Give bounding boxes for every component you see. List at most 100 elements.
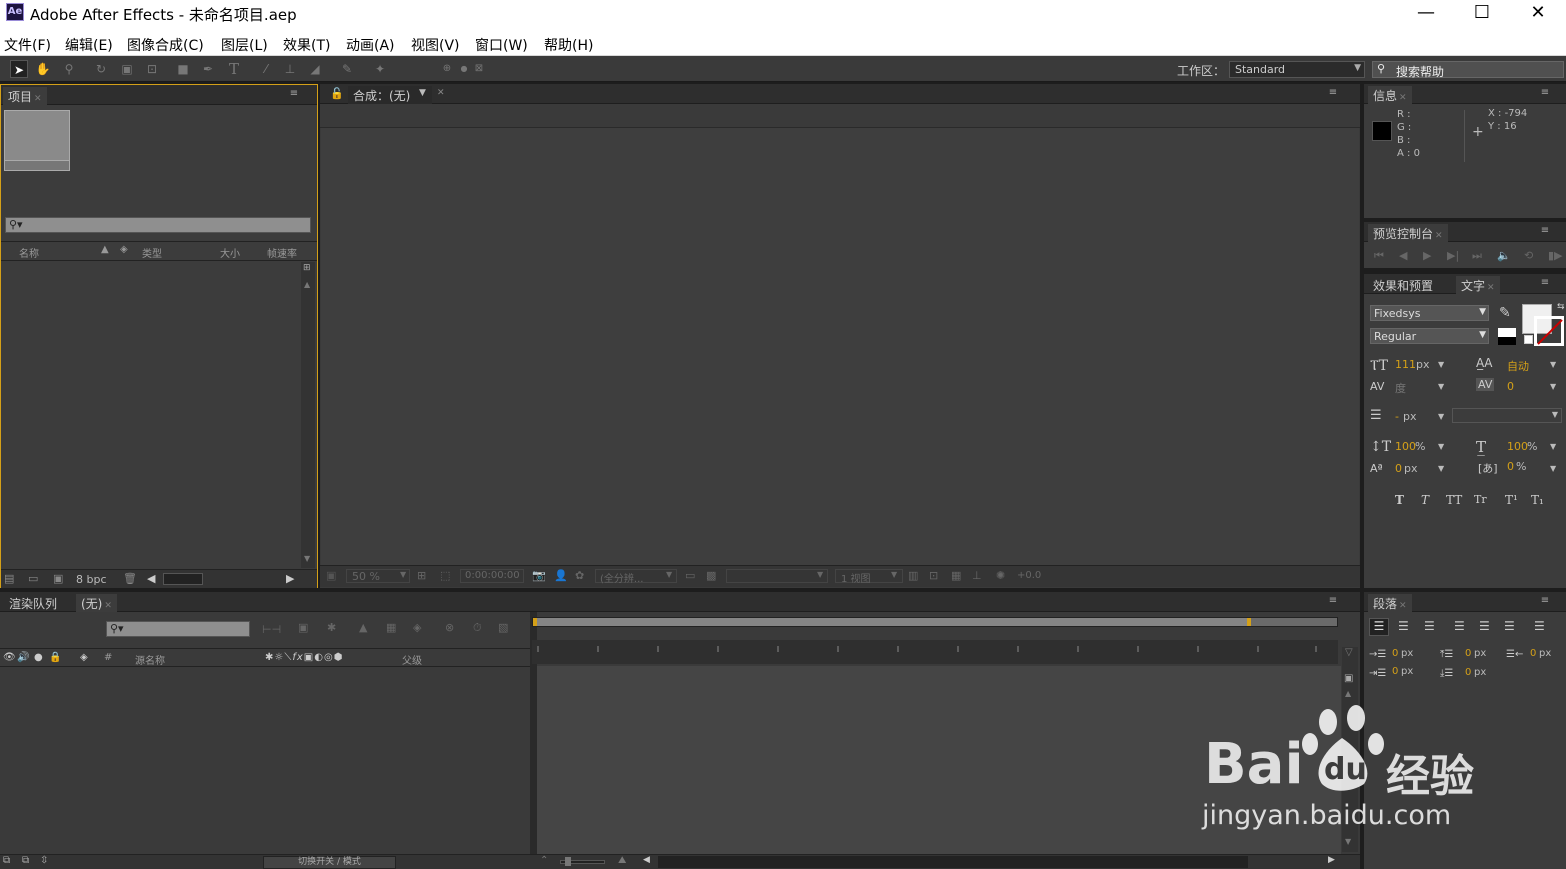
zoom-out-icon[interactable]: ▽ [1345, 647, 1353, 658]
chevron-down-icon[interactable]: ▼ [1438, 412, 1444, 421]
previous-frame-icon[interactable]: ◀ [1399, 249, 1407, 262]
indent-first-value[interactable]: 0 [1392, 666, 1398, 677]
rectangle-tool-icon[interactable]: ■ [174, 60, 192, 78]
clone-stamp-tool-icon[interactable]: ⊥ [281, 60, 299, 78]
rotate-tool-icon[interactable]: ↻ [92, 60, 110, 78]
text-tool-icon[interactable]: T [225, 60, 243, 78]
lock-icon[interactable]: 🔒 [49, 652, 61, 663]
menu-window[interactable]: 窗口(W) [475, 35, 528, 55]
workspace-select[interactable]: Standard ▼ [1229, 61, 1365, 78]
font-family-select[interactable]: Fixedsys ▼ [1370, 305, 1489, 321]
new-folder-icon[interactable]: ▭ [28, 572, 38, 585]
next-frame-icon[interactable]: ▶| [1447, 249, 1459, 262]
timecode-field[interactable]: 0:00:00:00 [460, 569, 524, 583]
chevron-down-icon[interactable]: ▼ [1438, 464, 1444, 473]
chevron-down-icon[interactable]: ▼ [1438, 382, 1444, 391]
sort-up-icon[interactable]: ▲ [101, 244, 109, 255]
align-left-icon[interactable]: ☰ [1369, 618, 1389, 636]
flowchart-icon[interactable]: ⊥ [972, 569, 982, 582]
chevron-down-icon[interactable]: ▼ [1550, 382, 1556, 391]
stroke-width-value[interactable]: - [1395, 410, 1399, 423]
audio-icon[interactable]: 🔊 [17, 652, 29, 663]
close-tab-icon[interactable]: ✕ [437, 88, 445, 98]
chevron-down-icon[interactable]: ▼ [1550, 442, 1556, 451]
col-framerate[interactable]: 帧速率 [267, 245, 297, 260]
always-preview-icon[interactable]: ▣ [326, 569, 336, 582]
panel-menu-icon[interactable]: ≡ [287, 88, 301, 100]
col-name[interactable]: 名称 [19, 245, 39, 260]
tab-render-queue[interactable]: 渲染队列 [4, 594, 62, 612]
stroke-color-swatch[interactable] [1534, 316, 1564, 346]
panel-menu-icon[interactable]: ≡ [1326, 87, 1340, 99]
roto-brush-tool-icon[interactable]: ✎ [338, 60, 356, 78]
last-frame-icon[interactable]: ⏭ [1472, 249, 1482, 263]
kerning-value[interactable]: 度 [1395, 380, 1406, 396]
scroll-left-icon[interactable]: ◀ [147, 572, 155, 585]
tracking-value[interactable]: 0 [1507, 380, 1514, 393]
menu-effect[interactable]: 效果(T) [283, 35, 330, 55]
align-center-icon[interactable]: ☰ [1398, 619, 1409, 633]
first-frame-icon[interactable]: ⏮ [1374, 249, 1384, 263]
zoom-slider[interactable] [560, 857, 605, 866]
subscript-button[interactable]: T₁ [1531, 493, 1544, 507]
toggle-pixel-icon[interactable]: ▥ [908, 569, 918, 582]
scroll-up-icon[interactable]: ▲ [1345, 689, 1351, 698]
menu-animation[interactable]: 动画(A) [346, 35, 395, 55]
menu-view[interactable]: 视图(V) [411, 35, 460, 55]
new-composition-icon[interactable]: ▣ [53, 572, 63, 585]
stopwatch-icon[interactable]: ⏱ [473, 621, 482, 635]
safe-zones-icon[interactable]: ⊞ [417, 569, 426, 582]
comp-viewer[interactable] [321, 128, 1359, 565]
transparency-grid-icon[interactable]: ▩ [706, 569, 716, 582]
brush-tool-icon[interactable]: ⁄ [257, 60, 275, 78]
chevron-down-icon[interactable]: ▼ [1438, 360, 1444, 369]
justify-right-icon[interactable]: ☰ [1504, 619, 1515, 633]
menu-file[interactable]: 文件(F) [4, 35, 51, 55]
col-size[interactable]: 大小 [220, 245, 240, 260]
font-size-value[interactable]: 111 [1395, 358, 1416, 371]
brainstorm-icon[interactable]: ◈ [413, 621, 421, 634]
hand-tool-icon[interactable]: ✋ [34, 60, 52, 78]
space-after-value[interactable]: 0 [1465, 667, 1471, 678]
scroll-right-icon[interactable]: ▶ [1328, 855, 1335, 865]
project-search-input[interactable]: ⚲▾ [5, 217, 311, 233]
interpret-footage-icon[interactable]: ▤ [4, 572, 14, 585]
loop-icon[interactable]: ⟲ [1524, 249, 1533, 262]
close-tab-icon[interactable]: ✕ [1487, 283, 1495, 293]
close-tab-icon[interactable]: ✕ [1435, 231, 1443, 241]
tab-info[interactable]: 信息 ✕ [1368, 86, 1412, 104]
close-tab-icon[interactable]: ✕ [1399, 93, 1407, 103]
stroke-style-select[interactable]: ▼ [1452, 408, 1562, 423]
pan-behind-tool-icon[interactable]: ⊡ [143, 60, 161, 78]
scroll-up-icon[interactable]: ▲ [304, 280, 310, 289]
col-type[interactable]: 类型 [142, 245, 162, 260]
close-button[interactable]: ✕ [1510, 0, 1566, 28]
ram-preview-icon[interactable]: ▮▶ [1548, 249, 1563, 262]
exposure-icon[interactable]: ✺ [996, 569, 1005, 582]
roi-icon[interactable]: ▭ [685, 569, 695, 582]
snapshot-camera-icon[interactable]: 📷 [532, 569, 546, 582]
leading-value[interactable]: 自动 [1507, 358, 1529, 374]
camera-view-select[interactable] [726, 569, 828, 583]
col-parent[interactable]: 父级 [402, 652, 422, 667]
tab-timeline-comp[interactable]: (无) ✕ [76, 594, 117, 612]
eraser-tool-icon[interactable]: ◢ [306, 60, 324, 78]
small-caps-button[interactable]: Tr [1474, 493, 1487, 506]
exposure-value[interactable]: +0.0 [1017, 570, 1041, 581]
trash-icon[interactable]: 🗑 [123, 572, 137, 585]
vertical-scale-value[interactable]: 100 [1395, 440, 1416, 453]
audio-icon[interactable]: 🔈 [1497, 249, 1511, 262]
selection-tool-icon[interactable]: ➤ [10, 60, 28, 78]
bit-depth-button[interactable]: 8 bpc [76, 573, 107, 586]
resolution-select[interactable]: (全分辨... [595, 569, 677, 585]
menu-edit[interactable]: 编辑(E) [65, 35, 113, 55]
eye-icon[interactable]: 👁 [3, 652, 16, 663]
menu-layer[interactable]: 图层(L) [221, 35, 268, 55]
solo-icon[interactable]: ● [34, 652, 43, 663]
timeline-icon[interactable]: ▦ [951, 569, 961, 582]
panel-menu-icon[interactable]: ≡ [1538, 277, 1552, 289]
timeline-search-input[interactable]: ⚲▾ [106, 621, 250, 637]
fast-preview-icon[interactable]: ⊡ [929, 569, 938, 582]
mask-visibility-icon[interactable]: ⬚ [440, 569, 450, 582]
scroll-down-icon[interactable]: ▼ [304, 554, 310, 563]
